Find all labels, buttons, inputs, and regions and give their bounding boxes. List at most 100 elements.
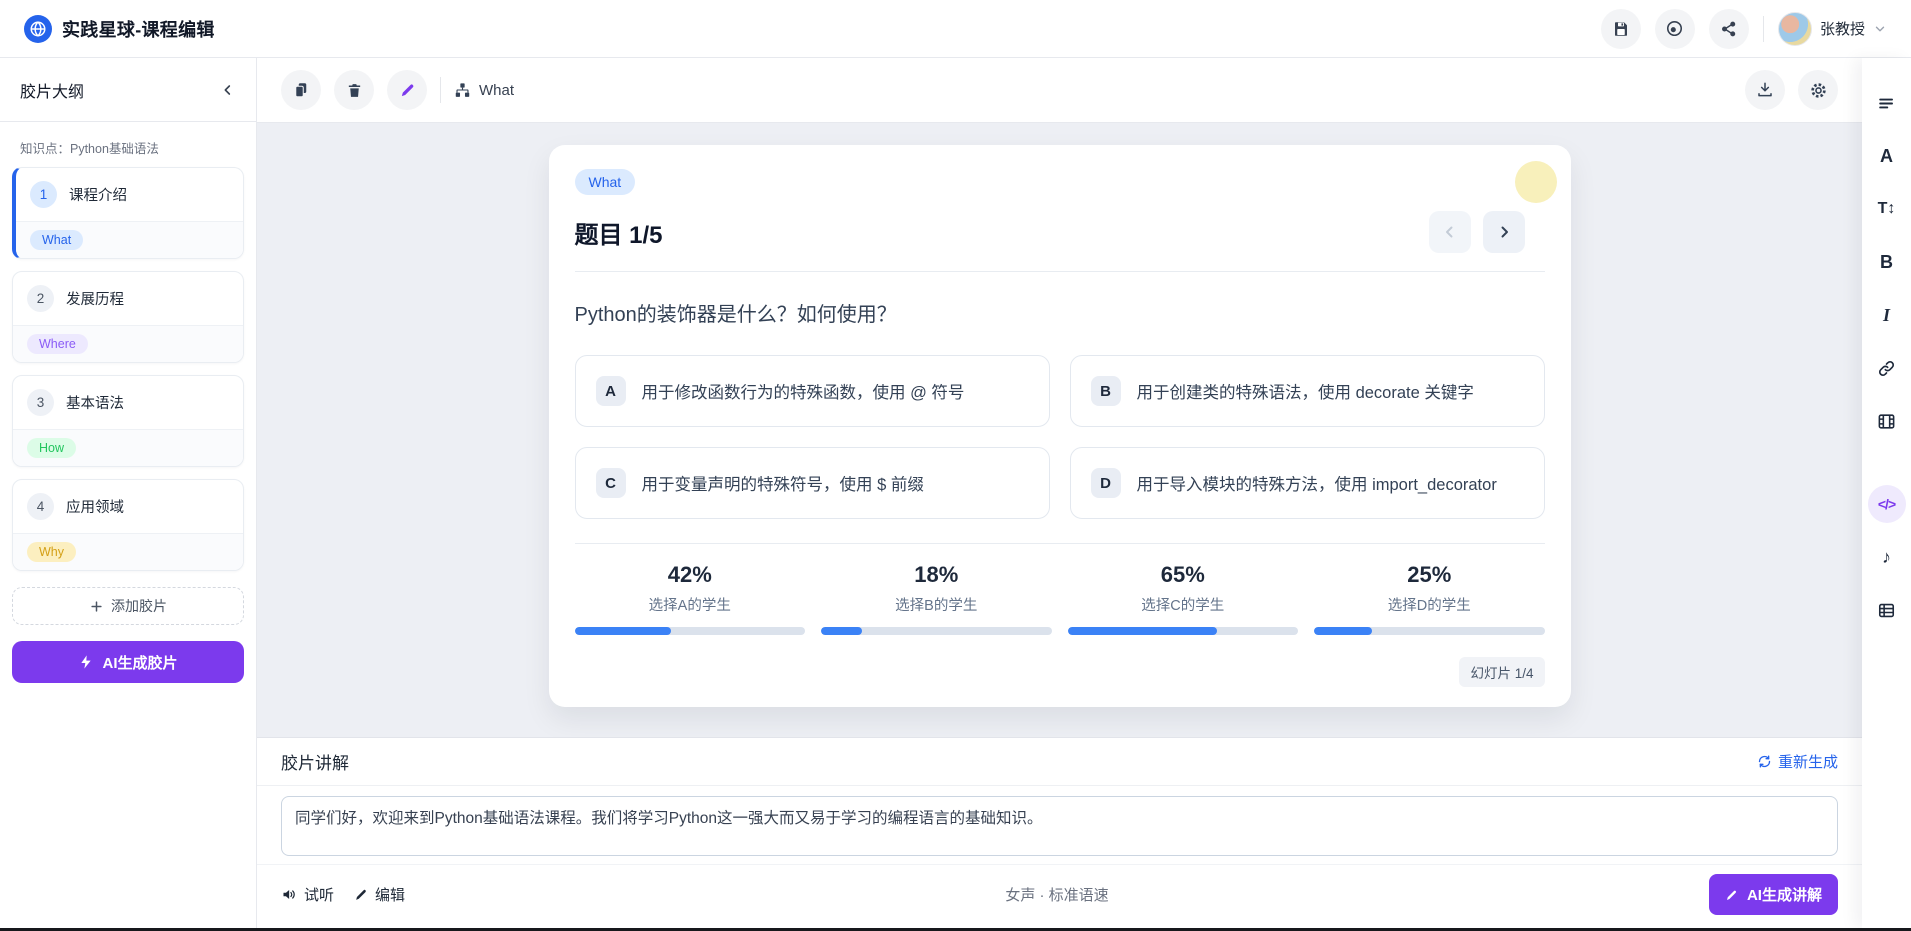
option-a[interactable]: A 用于修改函数行为的特殊函数，使用 @ 符号 [575,355,1050,427]
slide-number: 1 [30,181,57,208]
table-icon[interactable] [1868,591,1906,629]
slide-type-badge: How [27,438,76,458]
text-size-icon[interactable]: T↕ [1868,190,1906,228]
option-c[interactable]: C 用于变量声明的特殊符号，使用 $ 前缀 [575,447,1050,519]
preview-button[interactable] [1655,9,1695,49]
voice-settings-info: 女声 · 标准语速 [1005,884,1108,905]
download-icon [1756,81,1774,99]
option-letter: D [1091,468,1121,498]
slide-type-indicator: What [454,82,514,99]
code-icon[interactable]: </> [1868,485,1906,523]
duplicate-slide-button[interactable] [281,70,321,110]
stat-c: 65% 选择C的学生 [1068,562,1299,635]
slide-type-badge: Why [27,542,76,562]
quiz-slide-card: What 题目 1/5 [549,145,1571,707]
slide-title: 课程介绍 [69,184,127,205]
slide-card-3[interactable]: 3 基本语法 How [12,375,244,467]
progress-track [1068,627,1299,635]
settings-button[interactable] [1798,70,1838,110]
user-menu[interactable]: 张教授 [1778,12,1887,46]
stat-percent: 25% [1314,562,1545,588]
add-slide-label: 添加胶片 [111,596,167,616]
stat-label: 选择D的学生 [1314,594,1545,615]
next-question-button[interactable] [1483,211,1525,253]
option-d[interactable]: D 用于导入模块的特殊方法，使用 import_decorator [1070,447,1545,519]
italic-icon[interactable]: I [1868,296,1906,334]
film-icon[interactable] [1868,402,1906,440]
slide-number: 3 [27,389,54,416]
slide-type-badge: Where [27,334,88,354]
share-button[interactable] [1709,9,1749,49]
collapse-sidebar-icon[interactable] [220,82,236,98]
user-name: 张教授 [1820,18,1865,39]
stat-percent: 18% [821,562,1052,588]
slide-card-2[interactable]: 2 发展历程 Where [12,271,244,363]
ai-generate-narration-button[interactable]: AI生成讲解 [1709,874,1838,915]
chevron-right-icon [1495,223,1513,241]
sidebar-header: 胶片大纲 [0,58,256,122]
delete-slide-button[interactable] [334,70,374,110]
stat-label: 选择C的学生 [1068,594,1299,615]
progress-fill [575,627,672,635]
question-text: Python的装饰器是什么？如何使用？ [575,298,1545,327]
edit-slide-button[interactable] [387,70,427,110]
option-b[interactable]: B 用于创建类的特殊语法，使用 decorate 关键字 [1070,355,1545,427]
outline-sidebar: 胶片大纲 知识点：Python基础语法 1 课程介绍 What [0,58,257,928]
save-icon [1612,20,1630,38]
header-divider [1763,16,1764,42]
lightning-icon [78,654,94,670]
slide-title: 发展历程 [66,288,124,309]
editor-toolbar: What [257,58,1862,123]
knowledge-point-label: 知识点：Python基础语法 [0,122,256,167]
chevron-left-icon [1441,223,1459,241]
option-text: 用于修改函数行为的特殊函数，使用 @ 符号 [642,379,965,403]
app-window: 实践星球-课程编辑 [0,0,1911,931]
format-rail: A T↕ B I </> ♪ [1862,58,1911,928]
option-text: 用于导入模块的特殊方法，使用 import_decorator [1137,471,1497,495]
stat-d: 25% 选择D的学生 [1314,562,1545,635]
answer-stats: 42% 选择A的学生 18% 选择B的学生 [575,562,1545,635]
toolbar-divider [440,77,441,103]
save-button[interactable] [1601,9,1641,49]
edit-narration-label: 编辑 [375,884,405,905]
slide-canvas: What 题目 1/5 [257,123,1862,737]
narration-title: 胶片讲解 [281,749,349,774]
editor-column: What [257,58,1862,928]
option-text: 用于变量声明的特殊符号，使用 $ 前缀 [642,471,924,495]
listen-button[interactable]: 试听 [281,884,334,905]
app-title: 实践星球-课程编辑 [62,16,215,42]
align-left-icon[interactable] [1868,84,1906,122]
preview-icon [1665,19,1684,38]
slide-list: 1 课程介绍 What 2 发展历程 Where [0,167,256,571]
pencil-icon [1725,888,1739,902]
globe-logo-icon [24,15,52,43]
bold-icon[interactable]: B [1868,243,1906,281]
progress-track [821,627,1052,635]
stat-percent: 42% [575,562,806,588]
link-icon[interactable] [1868,349,1906,387]
ai-generate-slides-button[interactable]: AI生成胶片 [12,641,244,683]
download-button[interactable] [1745,70,1785,110]
narration-text-input[interactable]: 同学们好，欢迎来到Python基础语法课程。我们将学习Python这一强大而又易… [281,796,1838,856]
pen-icon [399,82,416,99]
edit-narration-button[interactable]: 编辑 [354,884,405,905]
slide-type-badge: What [30,230,83,250]
avatar [1778,12,1812,46]
slide-card-1[interactable]: 1 课程介绍 What [12,167,244,259]
add-slide-button[interactable]: 添加胶片 [12,587,244,625]
decoration-circle [1515,161,1557,203]
gear-icon [1809,81,1828,100]
regenerate-button[interactable]: 重新生成 [1757,751,1838,772]
slide-card-4[interactable]: 4 应用领域 Why [12,479,244,571]
font-icon[interactable]: A [1868,137,1906,175]
prev-question-button[interactable] [1429,211,1471,253]
music-icon[interactable]: ♪ [1868,538,1906,576]
slide-title: 基本语法 [66,392,124,413]
option-text: 用于创建类的特殊语法，使用 decorate 关键字 [1137,379,1474,403]
refresh-icon [1757,754,1772,769]
option-letter: A [596,376,626,406]
sidebar-title: 胶片大纲 [20,78,84,102]
slide-title: 应用领域 [66,496,124,517]
slide-number: 4 [27,493,54,520]
slide-indicator: 幻灯片 1/4 [1459,657,1544,687]
